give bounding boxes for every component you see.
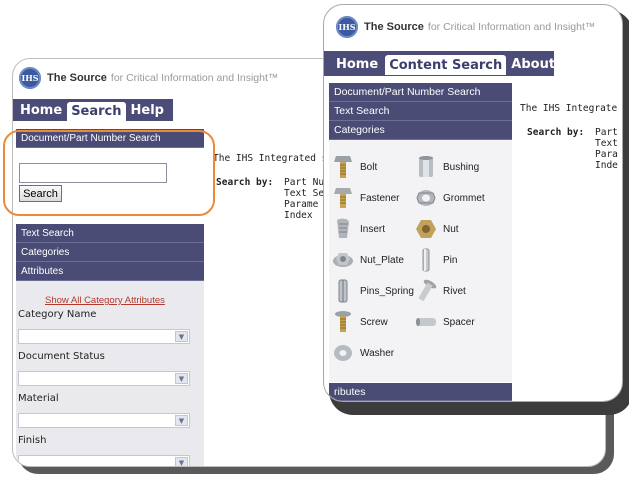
text-search-header[interactable]: Text Search: [16, 224, 204, 243]
front-window: IHS The Source for Critical Information …: [323, 4, 623, 402]
show-all-attributes-link[interactable]: Show All Category Attributes: [45, 295, 165, 306]
ihs-logo-icon: IHS: [19, 67, 41, 89]
category-label: Nut_Plate: [360, 254, 404, 266]
category-label: Nut: [443, 223, 459, 235]
attributes-header[interactable]: ributes: [329, 383, 512, 401]
bushing-icon: [419, 156, 433, 177]
material-select[interactable]: ▼: [18, 413, 190, 428]
search-by-item: Text: [595, 138, 618, 149]
category-label: Pin: [443, 254, 458, 266]
attributes-header[interactable]: Attributes: [16, 262, 204, 281]
intro-text: The IHS Integrate: [520, 103, 618, 114]
doc-part-search-header[interactable]: Document/Part Number Search: [329, 83, 512, 102]
spacer-icon: [416, 318, 436, 326]
category-label: Bushing: [443, 161, 480, 173]
nut-plate-icon: [333, 253, 353, 267]
front-brand: IHS The Source for Critical Information …: [336, 16, 595, 38]
categories-panel: Bolt Bushing Fastener Grommet Insert Nut…: [329, 140, 512, 382]
category-name-select[interactable]: ▼: [18, 329, 190, 344]
chevron-down-icon[interactable]: ▼: [175, 373, 188, 384]
search-by-item: Index: [284, 210, 313, 221]
search-by-item: Part: [595, 127, 618, 138]
field-label-finish: Finish: [18, 435, 47, 446]
chevron-down-icon[interactable]: ▼: [175, 415, 188, 426]
category-washer[interactable]: Washer: [332, 340, 394, 366]
spring-pin-icon: [338, 279, 348, 303]
field-label-document-status: Document Status: [18, 351, 105, 362]
field-label-category-name: Category Name: [18, 309, 97, 320]
finish-select[interactable]: ▼: [18, 455, 190, 466]
category-fastener[interactable]: Fastener: [332, 185, 399, 211]
nav-home[interactable]: Home: [332, 53, 382, 75]
nav-search[interactable]: Search: [67, 102, 126, 121]
search-by-item: Parame: [284, 199, 319, 210]
category-label: Bolt: [360, 161, 378, 173]
categories-header[interactable]: Categories: [329, 121, 512, 140]
field-label-material: Material: [18, 393, 59, 404]
insert-icon: [337, 218, 349, 238]
category-nut[interactable]: Nut: [415, 216, 459, 242]
nav-help[interactable]: Help: [127, 100, 168, 121]
pin-icon: [422, 248, 430, 272]
washer-icon: [334, 345, 352, 361]
brand-tagline: for Critical Information and Insight™: [110, 72, 279, 84]
chevron-down-icon[interactable]: ▼: [175, 457, 188, 466]
search-by-item: Part Nu: [284, 177, 325, 188]
search-by-item: Text Se: [284, 188, 325, 199]
search-by-item: Para: [595, 149, 618, 160]
category-label: Fastener: [360, 192, 400, 204]
category-bolt[interactable]: Bolt: [332, 154, 377, 180]
brand-name: The Source: [47, 72, 107, 84]
rivet-icon: [418, 279, 437, 302]
bolt-icon: [334, 156, 352, 178]
categories-header[interactable]: Categories: [16, 243, 204, 262]
category-label: Pins_Spring: [360, 285, 414, 297]
nut-icon: [416, 220, 436, 238]
grommet-icon: [416, 190, 436, 206]
category-label: Grommet: [443, 192, 485, 204]
category-label: Washer: [360, 347, 395, 359]
back-nav: Home Search Help: [16, 100, 168, 121]
category-label: Screw: [360, 316, 388, 328]
attributes-panel: Show All Category Attributes Category Na…: [16, 281, 204, 466]
front-nav: Home Content Search About: [332, 53, 559, 75]
category-rivet[interactable]: Rivet: [415, 278, 466, 304]
screw-icon: [335, 311, 351, 332]
category-label: Rivet: [443, 285, 466, 297]
category-pins-spring[interactable]: Pins_Spring: [332, 278, 414, 304]
category-screw[interactable]: Screw: [332, 309, 388, 335]
chevron-down-icon[interactable]: ▼: [175, 331, 188, 342]
text-search-header[interactable]: Text Search: [329, 102, 512, 121]
category-spacer[interactable]: Spacer: [415, 309, 475, 335]
category-nut-plate[interactable]: Nut_Plate: [332, 247, 404, 273]
category-label: Insert: [360, 223, 386, 235]
nav-home[interactable]: Home: [16, 100, 66, 121]
nav-about[interactable]: About: [507, 53, 559, 75]
category-grommet[interactable]: Grommet: [415, 185, 485, 211]
search-by-item: Inde: [595, 160, 618, 171]
category-pin[interactable]: Pin: [415, 247, 457, 273]
back-brand: IHS The Source for Critical Information …: [19, 67, 278, 89]
intro-text: The IHS Integrated s: [213, 153, 328, 164]
search-highlight-outline: [3, 130, 215, 216]
category-insert[interactable]: Insert: [332, 216, 385, 242]
nav-content-search[interactable]: Content Search: [385, 55, 507, 75]
category-bushing[interactable]: Bushing: [415, 154, 479, 180]
ihs-logo-icon: IHS: [336, 16, 358, 38]
brand-name: The Source: [364, 21, 424, 33]
search-by-label: Search by:: [527, 127, 585, 138]
document-status-select[interactable]: ▼: [18, 371, 190, 386]
fastener-icon: [334, 188, 352, 208]
brand-tagline: for Critical Information and Insight™: [427, 21, 596, 33]
search-by-label: Search by:: [216, 177, 274, 188]
category-label: Spacer: [443, 316, 475, 328]
